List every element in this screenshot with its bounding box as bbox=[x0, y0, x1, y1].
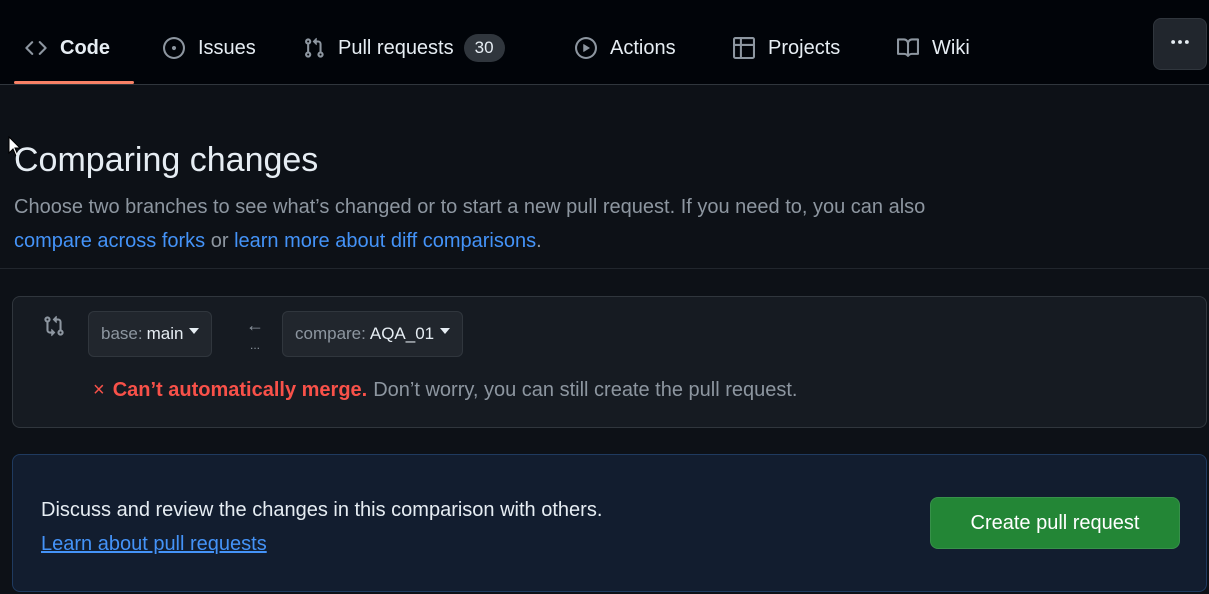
header-divider bbox=[0, 268, 1209, 269]
subtitle-text: Choose two branches to see what’s change… bbox=[14, 196, 926, 218]
pull-requests-counter: 30 bbox=[463, 34, 505, 62]
code-icon bbox=[24, 36, 48, 60]
discuss-text: Discuss and review the changes in this c… bbox=[41, 499, 603, 521]
merge-status: × Can’t automatically merge. Don’t worry, … bbox=[93, 379, 798, 402]
book-icon bbox=[896, 36, 920, 60]
discuss-box: Discuss and review the changes in this c… bbox=[12, 454, 1207, 592]
tab-issues[interactable]: Issues bbox=[162, 28, 256, 68]
merge-status-text: Don’t worry, you can still create the pu… bbox=[373, 379, 798, 401]
tab-actions-label: Actions bbox=[610, 36, 676, 59]
issue-icon bbox=[162, 36, 186, 60]
base-prefix: base: bbox=[101, 324, 143, 343]
arrow-left-icon: ← bbox=[246, 315, 264, 335]
tab-issues-label: Issues bbox=[198, 36, 256, 59]
subtitle-or: or bbox=[205, 230, 235, 252]
compare-prefix: compare: bbox=[295, 324, 366, 343]
kebab-horizontal-icon bbox=[1169, 31, 1191, 58]
tab-pull-requests[interactable]: Pull requests 30 bbox=[302, 28, 505, 68]
subtitle-period: . bbox=[536, 230, 542, 252]
git-compare-icon bbox=[43, 315, 65, 342]
compare-ellipsis: ... bbox=[249, 338, 260, 352]
compare-box: base: main ← ... compare: AQA_01 × Can’t … bbox=[12, 296, 1207, 428]
tab-projects[interactable]: Projects bbox=[732, 28, 840, 68]
compare-across-forks-link[interactable]: compare across forks bbox=[14, 230, 205, 252]
tab-pull-requests-label: Pull requests bbox=[338, 36, 454, 59]
play-icon bbox=[574, 36, 598, 60]
compare-arrow: ← ... bbox=[245, 315, 265, 353]
x-icon: × bbox=[93, 379, 105, 401]
tab-code-label: Code bbox=[60, 36, 110, 59]
tab-code[interactable]: Code bbox=[24, 28, 110, 68]
create-pull-request-button[interactable]: Create pull request bbox=[930, 497, 1180, 549]
tab-actions[interactable]: Actions bbox=[574, 28, 676, 68]
tab-wiki-label: Wiki bbox=[932, 36, 970, 59]
more-button[interactable] bbox=[1153, 18, 1207, 70]
tab-wiki[interactable]: Wiki bbox=[896, 28, 970, 68]
base-branch-name: main bbox=[146, 324, 184, 343]
repo-nav: Code Issues Pull requests 30 Actions Pro… bbox=[0, 0, 1209, 85]
active-tab-indicator bbox=[14, 81, 134, 84]
learn-diff-comparisons-link[interactable]: learn more about diff comparisons bbox=[234, 230, 536, 252]
page: Code Issues Pull requests 30 Actions Pro… bbox=[0, 0, 1209, 594]
learn-about-pull-requests-link[interactable]: Learn about pull requests bbox=[41, 527, 267, 561]
tab-projects-label: Projects bbox=[768, 36, 841, 59]
merge-status-strong: Can’t automatically merge. bbox=[112, 379, 368, 401]
page-title: Comparing changes bbox=[14, 141, 319, 179]
base-branch-select[interactable]: base: main bbox=[88, 311, 213, 357]
caret-down-icon bbox=[440, 328, 451, 334]
compare-branch-select[interactable]: compare: AQA_01 bbox=[282, 311, 464, 357]
compare-branch-name: AQA_01 bbox=[369, 324, 435, 343]
page-subtitle: Choose two branches to see what’s change… bbox=[14, 190, 1194, 258]
pull-request-icon bbox=[302, 36, 326, 60]
caret-down-icon bbox=[189, 328, 200, 334]
table-icon bbox=[732, 36, 756, 60]
